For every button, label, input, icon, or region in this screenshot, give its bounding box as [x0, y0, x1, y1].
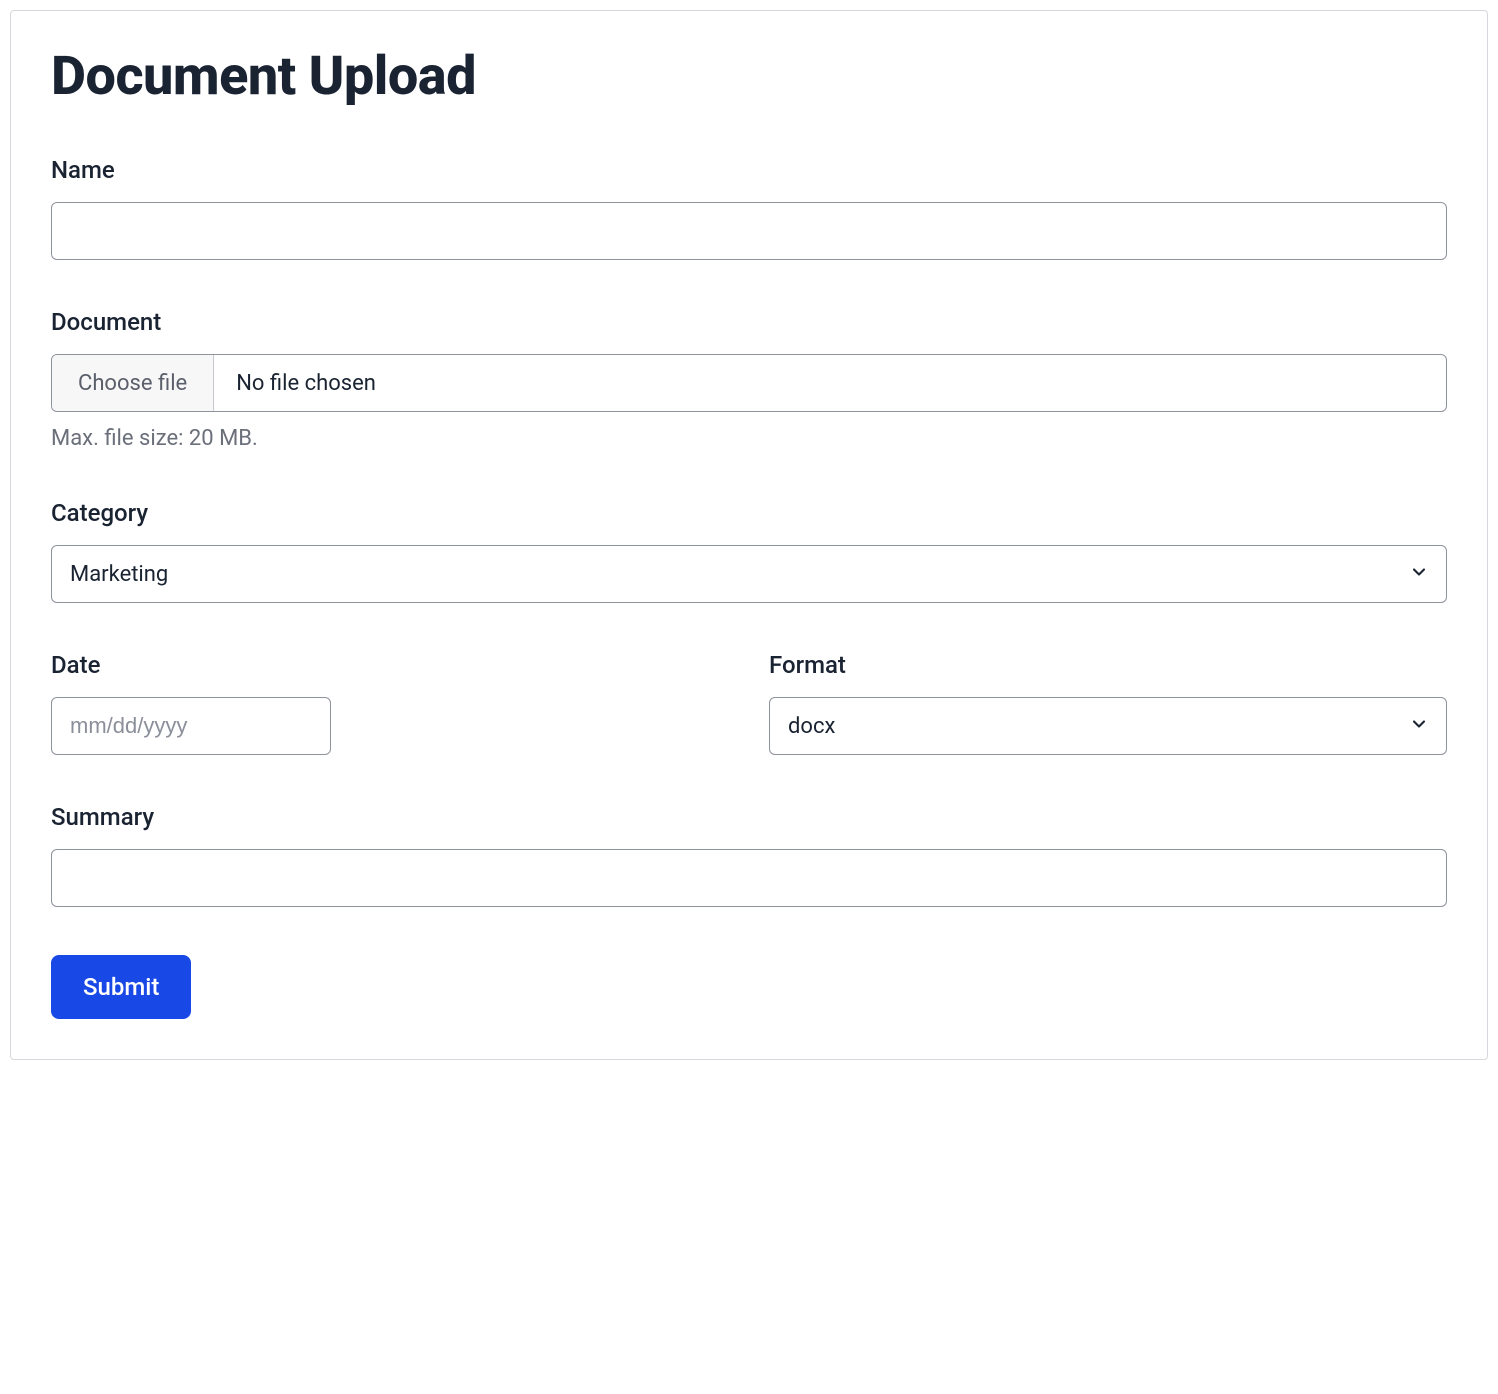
file-size-hint: Max. file size: 20 MB. [51, 426, 1447, 451]
upload-form-container: Document Upload Name Document Choose fil… [10, 10, 1488, 1060]
page-title: Document Upload [51, 45, 1447, 108]
date-input[interactable] [51, 697, 331, 755]
format-field: Format docx [769, 651, 1447, 755]
date-label: Date [51, 651, 729, 679]
format-label: Format [769, 651, 1447, 679]
name-label: Name [51, 156, 1447, 184]
category-label: Category [51, 499, 1447, 527]
name-field: Name [51, 156, 1447, 260]
document-label: Document [51, 308, 1447, 336]
summary-field: Summary [51, 803, 1447, 907]
format-select[interactable]: docx [769, 697, 1447, 755]
category-select-wrapper: Marketing [51, 545, 1447, 603]
date-field: Date [51, 651, 729, 755]
document-field: Document Choose file No file chosen Max.… [51, 308, 1447, 451]
file-input-wrapper: Choose file No file chosen [51, 354, 1447, 412]
format-select-wrapper: docx [769, 697, 1447, 755]
choose-file-button[interactable]: Choose file [52, 355, 214, 411]
summary-label: Summary [51, 803, 1447, 831]
submit-button[interactable]: Submit [51, 955, 191, 1019]
category-field: Category Marketing [51, 499, 1447, 603]
name-input[interactable] [51, 202, 1447, 260]
file-status-text: No file chosen [214, 355, 398, 411]
category-select[interactable]: Marketing [51, 545, 1447, 603]
date-format-row: Date Format docx [51, 651, 1447, 755]
summary-input[interactable] [51, 849, 1447, 907]
